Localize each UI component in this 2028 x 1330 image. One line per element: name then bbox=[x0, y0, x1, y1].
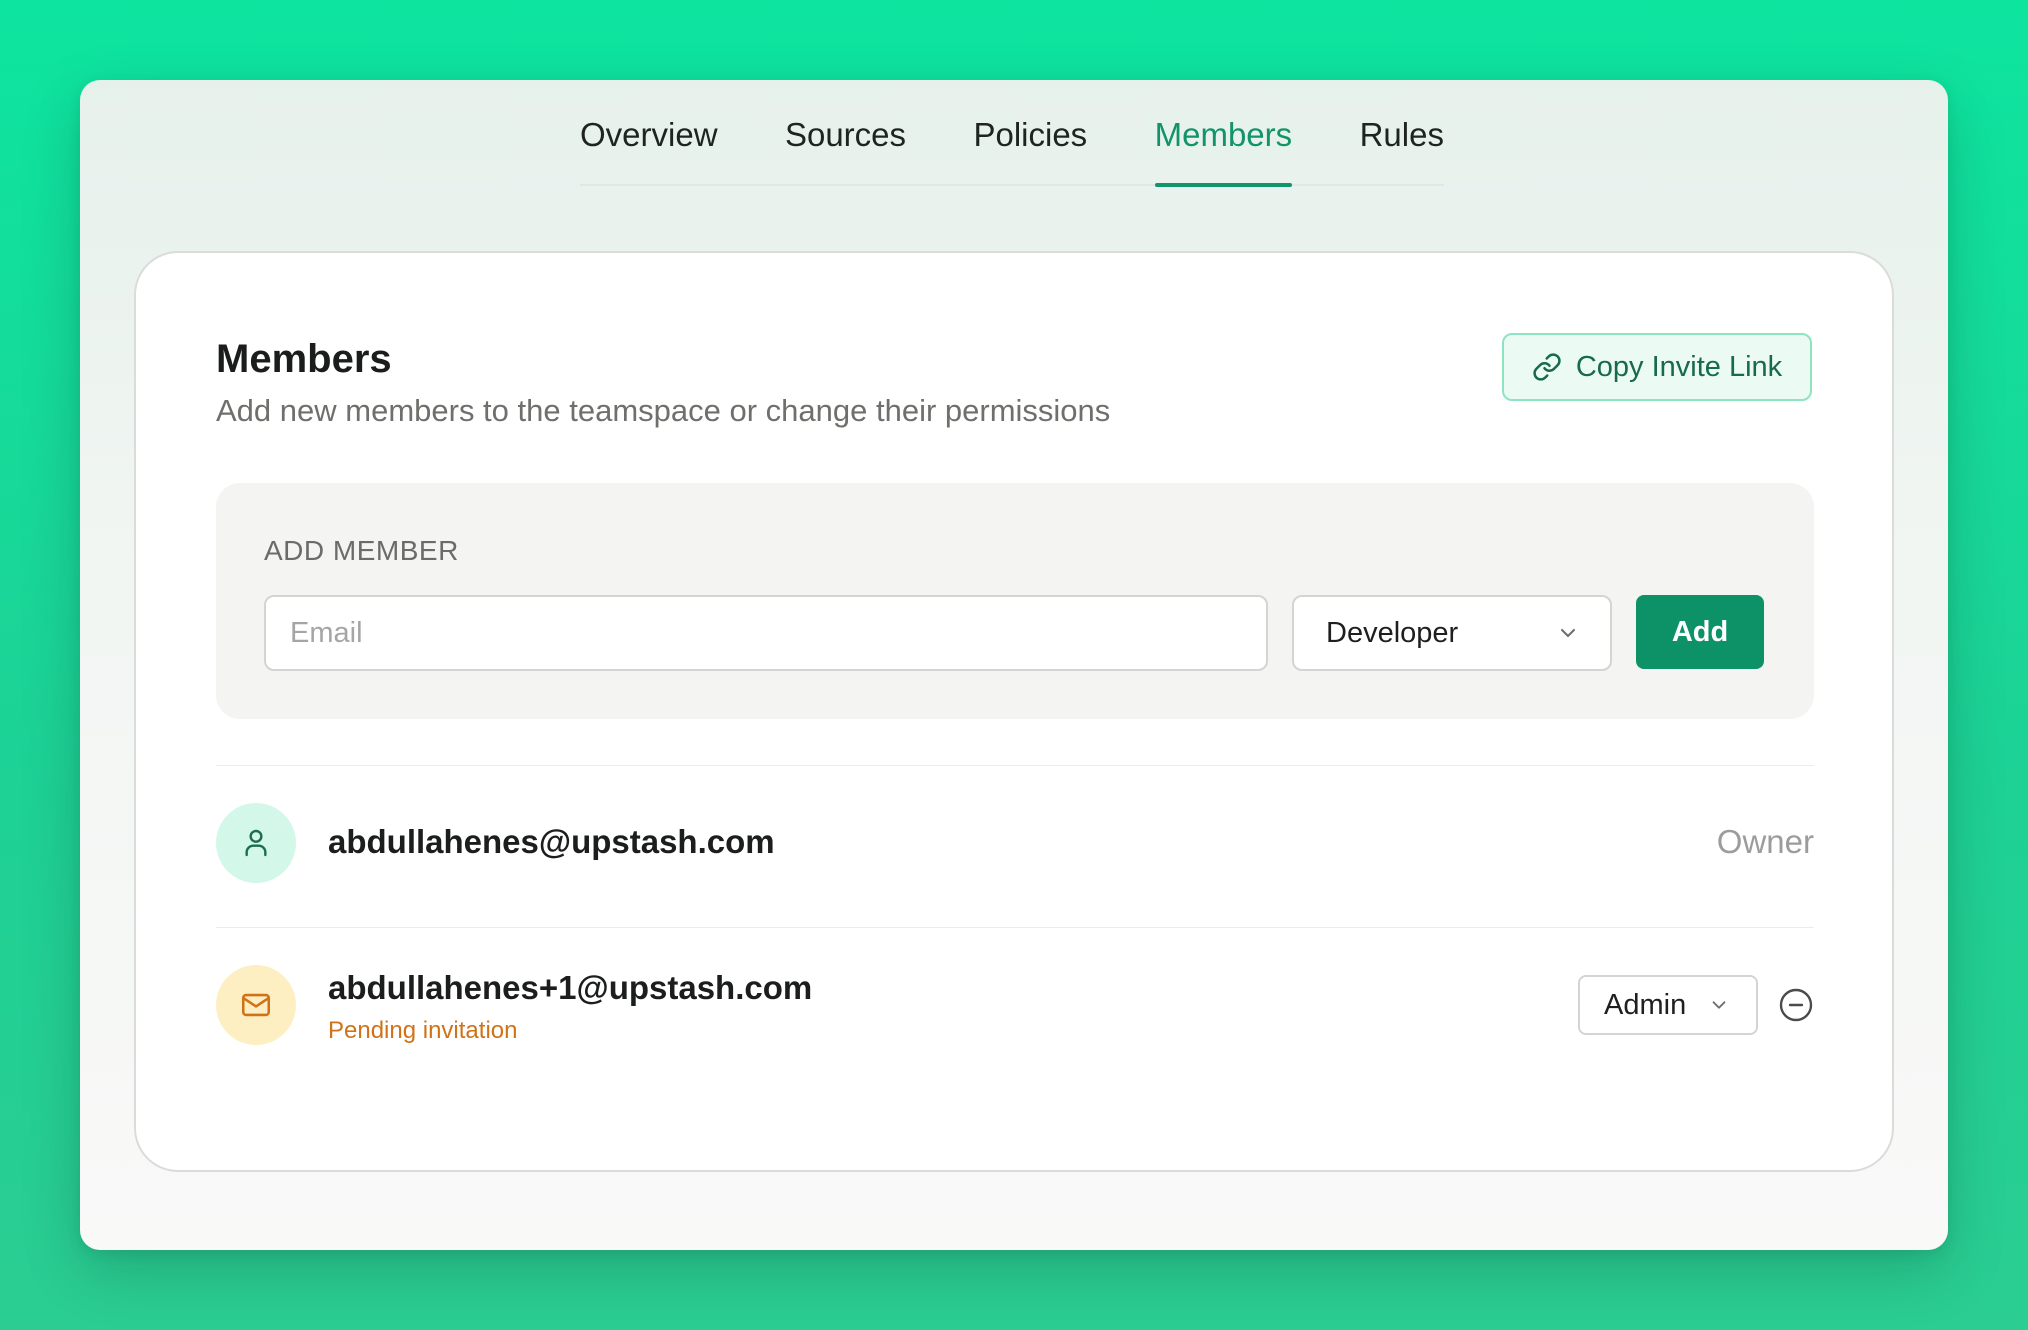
pending-status: Pending invitation bbox=[328, 1017, 518, 1044]
chevron-down-icon bbox=[1712, 1001, 1726, 1009]
tab-bar: Overview Sources Policies Members Rules bbox=[580, 80, 1444, 187]
chevron-down-icon bbox=[1561, 629, 1575, 637]
tab-sources[interactable]: Sources bbox=[785, 80, 906, 184]
divider bbox=[216, 765, 1814, 766]
app-window: Overview Sources Policies Members Rules … bbox=[80, 80, 1948, 1250]
page-title: Members bbox=[216, 337, 392, 381]
member-role-select-value: Admin bbox=[1604, 988, 1687, 1021]
avatar bbox=[216, 965, 296, 1045]
avatar bbox=[216, 803, 296, 883]
role-select-value: Developer bbox=[1326, 616, 1459, 649]
divider bbox=[216, 927, 1814, 928]
tab-overview[interactable]: Overview bbox=[580, 80, 718, 184]
member-role: Owner bbox=[1716, 823, 1814, 860]
page-subtitle: Add new members to the teamspace or chan… bbox=[216, 393, 1111, 428]
remove-member-button[interactable] bbox=[1778, 987, 1814, 1023]
add-member-panel: ADD MEMBER Developer Add bbox=[216, 483, 1814, 719]
minus-circle-icon bbox=[1779, 988, 1813, 1022]
email-input[interactable] bbox=[264, 595, 1268, 671]
add-member-label: ADD MEMBER bbox=[264, 535, 459, 566]
member-email: abdullahenes@upstash.com bbox=[328, 823, 775, 860]
member-email: abdullahenes+1@upstash.com bbox=[328, 969, 813, 1006]
copy-invite-link-button[interactable]: Copy Invite Link bbox=[1502, 333, 1812, 401]
copy-invite-link-label: Copy Invite Link bbox=[1575, 350, 1783, 383]
mail-icon bbox=[241, 993, 271, 1017]
member-row-pending: abdullahenes+1@upstash.com Pending invit… bbox=[216, 965, 1814, 1045]
tab-policies[interactable]: Policies bbox=[973, 80, 1087, 184]
role-select[interactable]: Developer bbox=[1292, 595, 1612, 671]
link-icon bbox=[1533, 353, 1561, 381]
user-icon bbox=[245, 829, 267, 857]
member-role-select[interactable]: Admin bbox=[1578, 975, 1758, 1035]
member-row-owner: abdullahenes@upstash.com Owner bbox=[216, 803, 1814, 883]
tab-members[interactable]: Members bbox=[1154, 80, 1292, 187]
add-member-button[interactable]: Add bbox=[1636, 595, 1764, 669]
tab-rules[interactable]: Rules bbox=[1360, 80, 1444, 184]
members-card: Members Add new members to the teamspace… bbox=[134, 251, 1894, 1172]
